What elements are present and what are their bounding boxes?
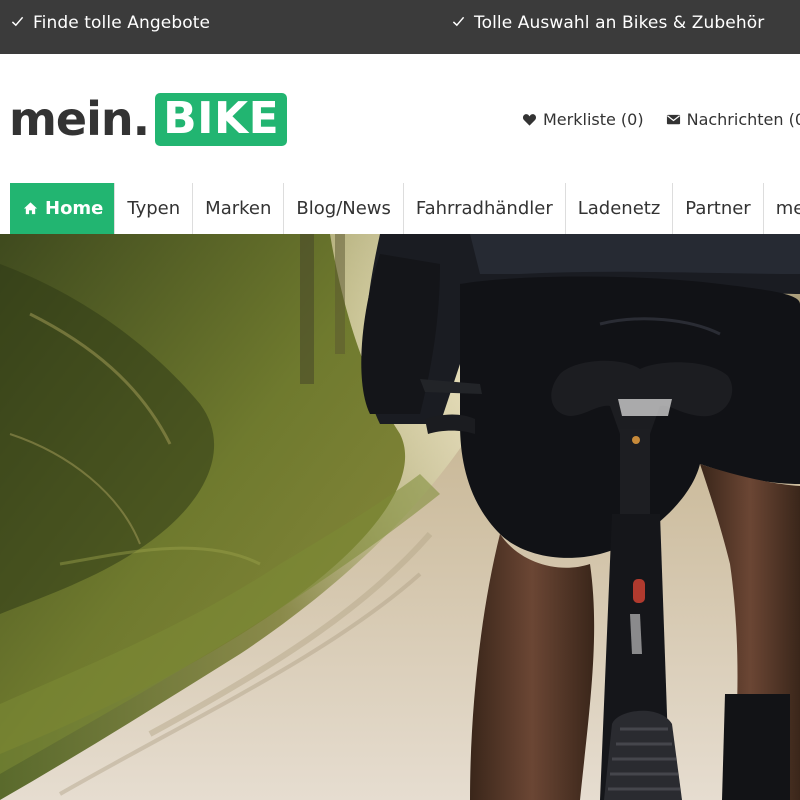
nav-label: mein bbox=[775, 198, 800, 219]
nav-label: Blog/News bbox=[296, 198, 391, 219]
benefit-item: Tolle Auswahl an Bikes & Zubehör bbox=[452, 12, 764, 34]
heart-icon bbox=[522, 113, 537, 126]
nav-item-fahrradhaendler[interactable]: Fahrradhändler bbox=[402, 183, 565, 234]
nav-item-mein[interactable]: mein bbox=[762, 183, 800, 234]
check-icon bbox=[452, 16, 465, 26]
wishlist-label: Merkliste (0) bbox=[543, 109, 644, 129]
main-navigation: Home Typen Marken Blog/News Fahrradhändl… bbox=[0, 183, 800, 234]
nav-label: Partner bbox=[685, 198, 751, 219]
benefit-text: Tolle Auswahl an Bikes & Zubehör bbox=[474, 13, 765, 33]
header-links: Merkliste (0) Nachrichten (0 bbox=[522, 107, 800, 131]
home-icon bbox=[23, 202, 38, 215]
hero-banner[interactable] bbox=[0, 234, 800, 800]
nav-item-typen[interactable]: Typen bbox=[114, 183, 193, 234]
site-header: mein. BIKE Merkliste (0) Nachrichten (0 bbox=[0, 54, 800, 183]
nav-item-blog-news[interactable]: Blog/News bbox=[283, 183, 403, 234]
site-logo[interactable]: mein. BIKE bbox=[9, 91, 288, 147]
check-icon bbox=[11, 16, 24, 26]
nav-label: Ladenetz bbox=[577, 198, 661, 219]
logo-word: mein. bbox=[9, 92, 150, 146]
nav-item-home[interactable]: Home bbox=[10, 183, 115, 234]
nav-item-partner[interactable]: Partner bbox=[672, 183, 763, 234]
messages-link[interactable]: Nachrichten (0 bbox=[666, 110, 800, 129]
messages-label: Nachrichten (0 bbox=[686, 109, 800, 129]
hero-image bbox=[0, 234, 800, 800]
nav-label: Fahrradhändler bbox=[415, 198, 553, 219]
nav-item-marken[interactable]: Marken bbox=[192, 183, 284, 234]
nav-label: Home bbox=[45, 198, 104, 219]
nav-label: Marken bbox=[205, 198, 272, 219]
nav-label: Typen bbox=[127, 198, 181, 219]
benefit-text: Finde tolle Angebote bbox=[33, 13, 211, 33]
benefit-item: Finde tolle Angebote bbox=[11, 12, 210, 34]
wishlist-link[interactable]: Merkliste (0) bbox=[522, 110, 644, 129]
benefit-bar: Finde tolle Angebote Tolle Auswahl an Bi… bbox=[0, 0, 800, 54]
envelope-icon bbox=[666, 114, 680, 124]
logo-badge: BIKE bbox=[155, 92, 288, 146]
nav-item-ladenetz[interactable]: Ladenetz bbox=[564, 183, 673, 234]
